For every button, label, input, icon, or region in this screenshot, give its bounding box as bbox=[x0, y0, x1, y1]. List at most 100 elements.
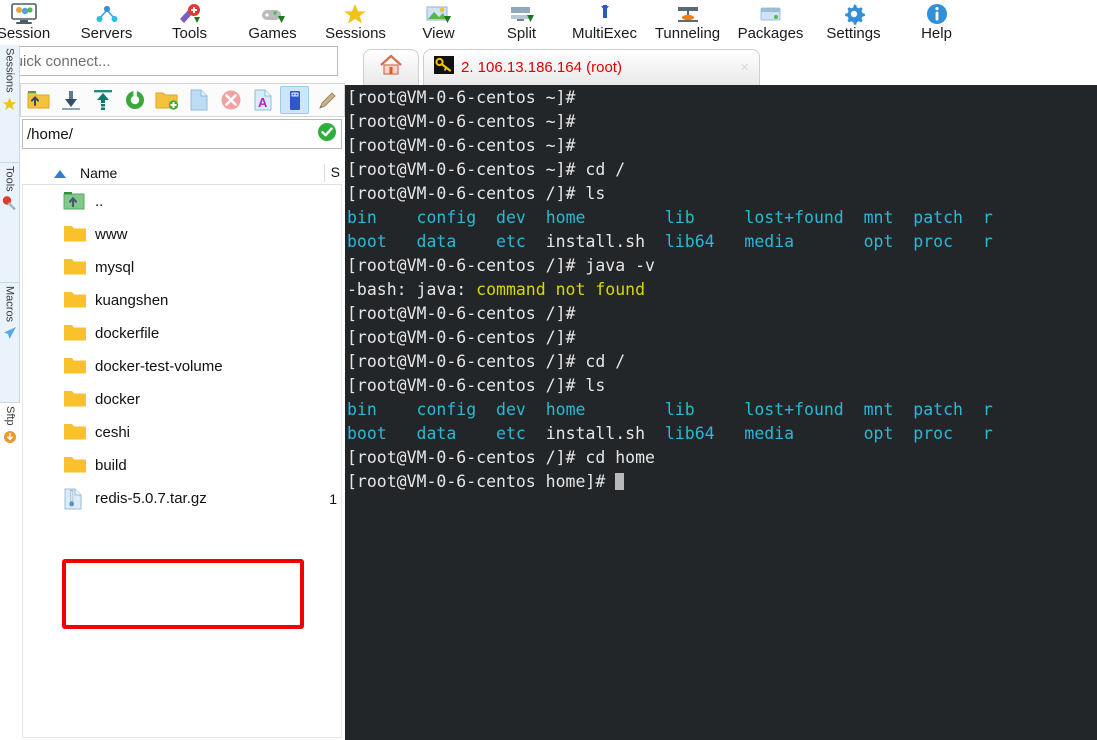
terminal-line: bin config dev home lib lost+found mnt p… bbox=[347, 398, 1097, 422]
terminal-line: boot data etc install.sh lib64 media opt… bbox=[347, 422, 1097, 446]
terminal-text: install.sh bbox=[545, 232, 665, 251]
terminal-line: [root@VM-0-6-centos ~]# cd / bbox=[347, 158, 1097, 182]
terminal-text: media bbox=[744, 232, 864, 251]
archive-icon bbox=[63, 488, 83, 514]
pencil-icon[interactable] bbox=[312, 86, 341, 114]
terminal-text: config bbox=[416, 208, 497, 227]
ribbon-item-games[interactable]: Games bbox=[231, 0, 314, 45]
file-row[interactable]: docker-test-volume bbox=[23, 350, 341, 383]
terminal-line: [root@VM-0-6-centos ~]# bbox=[347, 134, 1097, 158]
main-ribbon: Session Servers Tools Games Sessions View Spli… bbox=[0, 0, 1097, 45]
terminal-tab-bar: 2. 106.13.186.164 (root) × bbox=[345, 45, 1097, 85]
ribbon-item-help[interactable]: Help bbox=[895, 0, 978, 45]
terminal-text: data bbox=[416, 232, 497, 251]
delete-icon[interactable] bbox=[216, 86, 245, 114]
sftp-path-value: /home/ bbox=[27, 125, 73, 143]
terminal-text: config bbox=[416, 400, 497, 419]
parent-folder-icon[interactable] bbox=[24, 86, 53, 114]
terminal-line: -bash: java: command not found bbox=[347, 278, 1097, 302]
refresh-icon[interactable] bbox=[120, 86, 149, 114]
tools-red-icon bbox=[2, 195, 17, 215]
ribbon-item-tunneling[interactable]: Tunneling bbox=[646, 0, 729, 45]
ribbon-item-label: Split bbox=[506, 25, 537, 42]
parent-icon bbox=[63, 191, 85, 215]
column-header-name[interactable]: Name bbox=[80, 165, 117, 181]
ribbon-item-servers[interactable]: Servers bbox=[65, 0, 148, 45]
tab-session-active[interactable]: 2. 106.13.186.164 (root) × bbox=[423, 49, 760, 85]
terminal-line: [root@VM-0-6-centos home]# bbox=[347, 470, 1097, 494]
file-row[interactable]: build bbox=[23, 449, 341, 482]
side-tab-sftp[interactable]: Sftp bbox=[0, 403, 20, 473]
help-icon bbox=[922, 3, 952, 25]
terminal-text: [root@VM-0-6-centos /]# bbox=[347, 328, 586, 347]
terminal-text: data bbox=[416, 424, 497, 443]
new-file-icon[interactable] bbox=[184, 86, 213, 114]
terminal-line: [root@VM-0-6-centos /]# java -v bbox=[347, 254, 1097, 278]
file-row[interactable]: kuangshen bbox=[23, 284, 341, 317]
terminal-text: dev bbox=[496, 208, 546, 227]
side-tab-label: Tools bbox=[3, 166, 16, 192]
terminal-text: opt bbox=[863, 424, 914, 443]
ribbon-item-label: Games bbox=[248, 25, 297, 42]
sessions-star-icon bbox=[341, 3, 371, 25]
ribbon-item-label: Packages bbox=[737, 25, 804, 42]
folder-icon bbox=[63, 257, 87, 281]
new-folder-icon[interactable] bbox=[152, 86, 181, 114]
terminal-line: [root@VM-0-6-centos /]# ls bbox=[347, 182, 1097, 206]
ribbon-item-label: MultiExec bbox=[571, 25, 638, 42]
side-tab-macros[interactable]: Macros bbox=[0, 283, 20, 403]
file-row[interactable]: .. bbox=[23, 185, 341, 218]
file-row[interactable]: redis-5.0.7.tar.gz 1 bbox=[23, 482, 341, 515]
file-row[interactable]: www bbox=[23, 218, 341, 251]
ribbon-item-split[interactable]: Split bbox=[480, 0, 563, 45]
terminal-text: etc bbox=[496, 424, 546, 443]
terminal-text: lib64 bbox=[664, 424, 745, 443]
terminal-line: [root@VM-0-6-centos /]# cd home bbox=[347, 446, 1097, 470]
terminal-line: [root@VM-0-6-centos /]# bbox=[347, 302, 1097, 326]
file-row[interactable]: docker bbox=[23, 383, 341, 416]
terminal-text: mnt bbox=[863, 400, 914, 419]
terminal-text: mnt bbox=[863, 208, 914, 227]
terminal-text: [root@VM-0-6-centos /]# ls bbox=[347, 184, 606, 203]
text-edit-icon[interactable]: A bbox=[248, 86, 277, 114]
ribbon-item-multiexec[interactable]: MultiExec bbox=[563, 0, 646, 45]
sort-asc-icon[interactable] bbox=[54, 165, 66, 181]
close-icon[interactable]: × bbox=[740, 59, 749, 76]
ribbon-item-label: Session bbox=[0, 25, 51, 42]
tunneling-icon bbox=[673, 3, 703, 25]
bookmark-usb-icon[interactable] bbox=[280, 86, 309, 114]
tab-home[interactable] bbox=[363, 49, 419, 85]
file-list[interactable]: .. www mysql kuangshen dockerfile docker-test… bbox=[22, 185, 342, 738]
terminal-text: lib64 bbox=[664, 232, 745, 251]
side-tab-sessions[interactable]: Sessions bbox=[0, 45, 20, 163]
file-name: www bbox=[95, 226, 128, 243]
sftp-path-bar[interactable]: /home/ bbox=[22, 119, 342, 149]
terminal-output[interactable]: [root@VM-0-6-centos ~]# [root@VM-0-6-cen… bbox=[345, 85, 1097, 740]
upload-icon[interactable] bbox=[88, 86, 117, 114]
terminal-text: proc bbox=[913, 232, 983, 251]
games-icon bbox=[258, 3, 288, 25]
ribbon-item-view[interactable]: View bbox=[397, 0, 480, 45]
terminal-text: command not found bbox=[476, 280, 646, 299]
file-row[interactable]: mysql bbox=[23, 251, 341, 284]
ribbon-item-settings[interactable]: Settings bbox=[812, 0, 895, 45]
ribbon-item-session[interactable]: Session bbox=[0, 0, 65, 45]
terminal-text: media bbox=[744, 424, 864, 443]
file-row[interactable]: ceshi bbox=[23, 416, 341, 449]
packages-icon bbox=[756, 3, 786, 25]
file-row[interactable]: dockerfile bbox=[23, 317, 341, 350]
servers-icon bbox=[92, 3, 122, 25]
terminal-line: boot data etc install.sh lib64 media opt… bbox=[347, 230, 1097, 254]
side-tab-tools[interactable]: Tools bbox=[0, 163, 20, 283]
terminal-line: [root@VM-0-6-centos /]# cd / bbox=[347, 350, 1097, 374]
terminal-text: lib bbox=[664, 400, 745, 419]
quick-connect-input[interactable]: Quick connect... bbox=[0, 46, 338, 76]
terminal-text: patch bbox=[913, 208, 983, 227]
ribbon-item-packages[interactable]: Packages bbox=[729, 0, 812, 45]
download-icon[interactable] bbox=[56, 86, 85, 114]
ribbon-item-sessions[interactable]: Sessions bbox=[314, 0, 397, 45]
ribbon-item-tools[interactable]: Tools bbox=[148, 0, 231, 45]
column-header-size[interactable]: S bbox=[323, 164, 340, 182]
terminal-text: lost+found bbox=[744, 400, 864, 419]
tab-session-label: 2. 106.13.186.164 (root) bbox=[461, 59, 622, 76]
